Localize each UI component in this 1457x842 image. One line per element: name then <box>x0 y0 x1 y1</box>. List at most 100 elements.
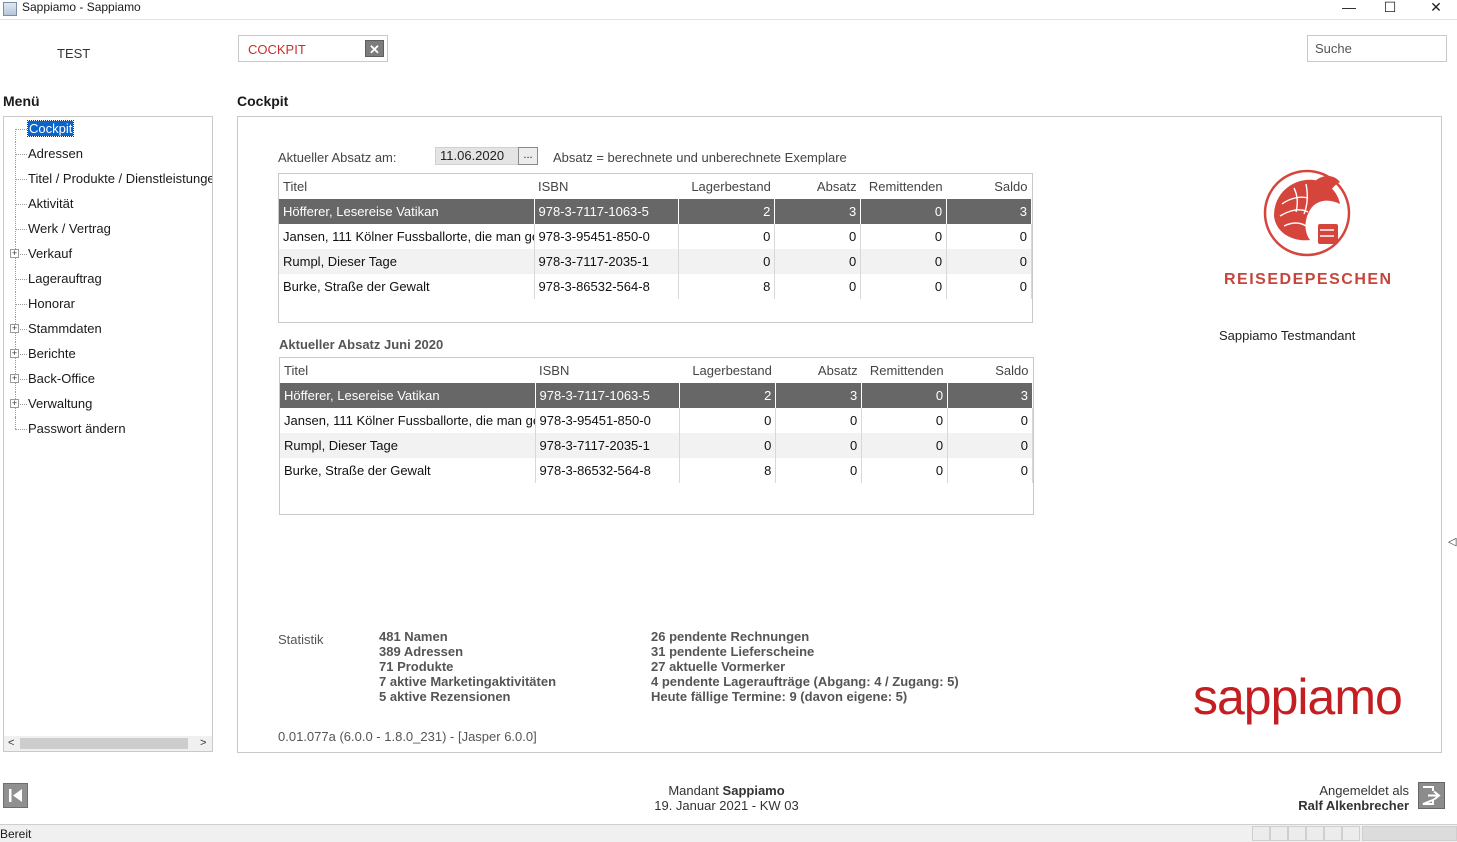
menu-horizontal-scrollbar[interactable]: < > <box>4 736 212 751</box>
sidebar-item-label: Cockpit <box>26 120 75 137</box>
tree-line <box>15 204 27 205</box>
column-header[interactable]: Absatz <box>775 174 861 199</box>
stat-line: 4 pendente Lageraufträge (Abgang: 4 / Zu… <box>651 674 959 689</box>
mandant-prefix: Mandant <box>668 783 719 798</box>
expand-icon[interactable]: + <box>10 399 19 408</box>
sidebar-item-label: Honorar <box>28 296 75 311</box>
collapse-panel-icon[interactable]: ◁ <box>1448 535 1456 548</box>
column-header[interactable]: Saldo <box>948 358 1033 383</box>
brand-name: REISEDEPESCHEN <box>1224 271 1393 288</box>
mandant-value: Sappiamo <box>722 783 785 798</box>
expand-icon[interactable]: + <box>10 324 19 333</box>
column-header[interactable]: Remittenden <box>862 358 948 383</box>
window-titlebar: Sappiamo - Sappiamo — ☐ ✕ <box>0 0 1457 20</box>
sidebar-item-label: Berichte <box>28 346 76 361</box>
sidebar-item-3[interactable]: Aktivität <box>4 192 212 217</box>
table-cell: 0 <box>860 224 948 249</box>
table-cell: Jansen, 111 Kölner Fussballorte, die man… <box>280 408 536 433</box>
sidebar-item-6[interactable]: Lagerauftrag <box>4 267 212 292</box>
scrollbar-thumb[interactable] <box>20 738 188 749</box>
tab-cockpit[interactable]: COCKPIT ✕ <box>238 35 388 62</box>
table-row[interactable]: Rumpl, Dieser Tage 978-3-7117-2035-1 0 0 0 0 <box>280 433 1033 458</box>
expand-icon[interactable]: + <box>10 349 19 358</box>
status-cell <box>1252 826 1270 841</box>
table-cell: 0 <box>775 458 863 483</box>
close-tab-icon[interactable]: ✕ <box>365 40 384 57</box>
sidebar-item-9[interactable]: + Berichte <box>4 342 212 367</box>
table-cell: 978-3-86532-564-8 <box>535 458 681 483</box>
absatz-date-field[interactable]: 11.06.2020 <box>435 147 519 165</box>
maximize-button[interactable]: ☐ <box>1367 0 1413 18</box>
table-row[interactable]: Rumpl, Dieser Tage 978-3-7117-2035-1 0 0 0 0 <box>279 249 1032 274</box>
scroll-left-icon[interactable]: < <box>8 736 14 751</box>
logout-button[interactable] <box>1418 782 1445 809</box>
table-cell: 0 <box>860 274 948 299</box>
column-header[interactable]: Titel <box>279 174 534 199</box>
table-cell: 0 <box>678 224 776 249</box>
column-header[interactable]: ISBN <box>535 358 680 383</box>
table-cell: 3 <box>947 383 1033 408</box>
tree-line <box>15 229 27 230</box>
table-cell: 0 <box>679 408 777 433</box>
sidebar-item-11[interactable]: + Verwaltung <box>4 392 212 417</box>
table-cell: 0 <box>678 249 776 274</box>
back-button[interactable] <box>3 783 28 808</box>
table-row[interactable]: Höfferer, Lesereise Vatikan 978-3-7117-10… <box>279 199 1032 224</box>
date-picker-button[interactable]: ... <box>518 147 538 165</box>
table-cell: 0 <box>861 383 949 408</box>
column-header[interactable]: Titel <box>280 358 535 383</box>
pangolin-logo-icon <box>1263 169 1351 257</box>
column-header[interactable]: Remittenden <box>861 174 947 199</box>
column-header[interactable]: Lagerbestand <box>680 358 776 383</box>
skip-back-icon <box>9 789 22 802</box>
table-cell: 0 <box>860 249 948 274</box>
expand-icon[interactable]: + <box>10 374 19 383</box>
expand-icon[interactable]: + <box>10 249 19 258</box>
close-window-button[interactable]: ✕ <box>1413 0 1457 18</box>
sidebar-item-10[interactable]: + Back-Office <box>4 367 212 392</box>
sidebar-item-2[interactable]: Titel / Produkte / Dienstleistungen <box>4 167 212 192</box>
footer-user-info: Angemeldet als Ralf Alkenbrecher <box>1298 783 1409 813</box>
user-name: Ralf Alkenbrecher <box>1298 798 1409 813</box>
sidebar-item-label: Stammdaten <box>28 321 102 336</box>
table-cell: 0 <box>947 408 1033 433</box>
tree-line <box>15 304 27 305</box>
table-cell: Burke, Straße der Gewalt <box>280 458 536 483</box>
table-cell: 0 <box>860 199 948 224</box>
sidebar-item-4[interactable]: Werk / Vertrag <box>4 217 212 242</box>
table-row[interactable]: Höfferer, Lesereise Vatikan 978-3-7117-10… <box>280 383 1033 408</box>
tree-line <box>15 179 27 180</box>
table-cell: 978-3-86532-564-8 <box>534 274 680 299</box>
column-header[interactable]: Absatz <box>776 358 862 383</box>
app-icon <box>3 2 17 16</box>
table-cell: 0 <box>679 433 777 458</box>
table-row[interactable]: Burke, Straße der Gewalt 978-3-86532-564-… <box>279 274 1032 299</box>
table-cell: 0 <box>947 458 1033 483</box>
sidebar-item-label: Verkauf <box>28 246 73 261</box>
table-row[interactable]: Jansen, 111 Kölner Fussballorte, die man… <box>279 224 1032 249</box>
status-cell <box>1324 826 1342 841</box>
table-row[interactable]: Jansen, 111 Kölner Fussballorte, die man… <box>280 408 1033 433</box>
table-cell: 0 <box>861 433 949 458</box>
statistik-label: Statistik <box>278 632 324 647</box>
status-text: Bereit <box>0 827 32 841</box>
sidebar-item-12[interactable]: Passwort ändern <box>4 417 212 437</box>
sidebar-item-8[interactable]: + Stammdaten <box>4 317 212 342</box>
menu-title: Menü <box>3 93 40 109</box>
scroll-right-icon[interactable]: > <box>200 736 206 751</box>
sidebar-item-1[interactable]: Adressen <box>4 142 212 167</box>
search-input[interactable] <box>1307 35 1447 62</box>
column-header[interactable]: ISBN <box>534 174 679 199</box>
sidebar-item-0[interactable]: Cockpit <box>4 117 212 142</box>
column-header[interactable]: Saldo <box>947 174 1032 199</box>
column-header[interactable]: Lagerbestand <box>679 174 775 199</box>
sidebar-item-7[interactable]: Honorar <box>4 292 212 317</box>
mandant-name: Sappiamo Testmandant <box>1219 328 1356 343</box>
section-title-juni: Aktueller Absatz Juni 2020 <box>279 337 444 352</box>
minimize-button[interactable]: — <box>1326 0 1372 18</box>
logout-icon <box>1422 786 1441 805</box>
table-cell: 978-3-7117-1063-5 <box>534 199 680 224</box>
sidebar-item-5[interactable]: + Verkauf <box>4 242 212 267</box>
table-row[interactable]: Burke, Straße der Gewalt 978-3-86532-564-… <box>280 458 1033 483</box>
table-cell: Höfferer, Lesereise Vatikan <box>279 199 535 224</box>
